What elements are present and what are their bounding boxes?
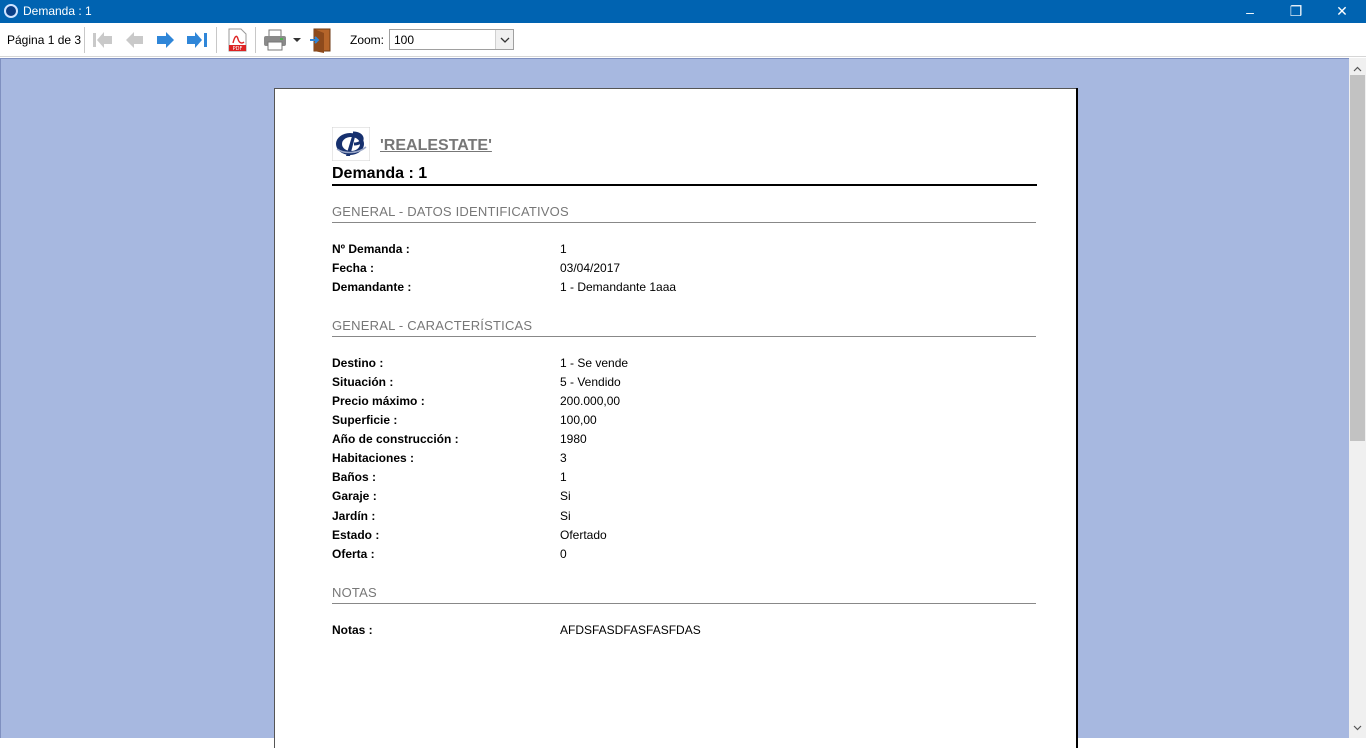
scroll-down-icon[interactable] xyxy=(1349,719,1366,736)
window-titlebar: Demanda : 1 – ❐ ✕ xyxy=(0,0,1366,23)
field-row: Jardín : Si xyxy=(332,509,571,523)
section-title-caracteristicas: GENERAL - CARACTERÍSTICAS xyxy=(332,318,533,333)
company-logo xyxy=(332,127,370,161)
vertical-scrollbar[interactable] xyxy=(1349,58,1366,738)
toolbar-separator xyxy=(84,27,85,53)
field-row: Demandante :1 - Demandante 1aaa xyxy=(332,280,677,294)
printer-icon[interactable] xyxy=(262,27,288,53)
field-row: Fecha :03/04/2017 xyxy=(332,261,621,275)
close-button[interactable]: ✕ xyxy=(1319,0,1365,23)
pdf-export-icon[interactable]: PDF xyxy=(224,27,250,53)
next-page-icon[interactable] xyxy=(153,27,179,53)
field-row: Precio máximo :200.000,00 xyxy=(332,394,621,408)
field-row: Estado : Ofertado xyxy=(332,528,607,542)
field-row: Nº Demanda :1 xyxy=(332,242,567,256)
field-row: Garaje : Si xyxy=(332,489,571,503)
scrollbar-thumb[interactable] xyxy=(1350,75,1365,441)
minimize-button[interactable]: – xyxy=(1227,0,1273,23)
zoom-label: Zoom: xyxy=(350,33,385,47)
section-divider xyxy=(332,603,1036,604)
section-title-datos: GENERAL - DATOS IDENTIFICATIVOS xyxy=(332,204,569,219)
report-title: Demanda : 1 xyxy=(332,165,428,182)
section-divider xyxy=(332,222,1036,223)
field-row: Oferta :0 xyxy=(332,547,567,561)
field-row: Habitaciones :3 xyxy=(332,451,567,465)
toolbar-separator xyxy=(216,27,217,53)
chevron-down-icon[interactable] xyxy=(495,30,513,49)
report-page: 'REALESTATE' Demanda : 1 GENERAL - DATOS… xyxy=(274,88,1076,748)
field-row: Notas : AFDSFASDFASFASFDAS xyxy=(332,623,701,637)
toolbar-separator xyxy=(255,27,256,53)
last-page-icon[interactable] xyxy=(184,27,210,53)
dropdown-arrow-icon[interactable] xyxy=(290,27,304,53)
field-row: Baños :1 xyxy=(332,470,567,484)
title-divider xyxy=(332,184,1037,186)
exit-door-icon[interactable] xyxy=(308,27,334,53)
field-row: Año de construcción :1980 xyxy=(332,432,587,446)
window-title: Demanda : 1 xyxy=(23,4,92,18)
field-row: Situación :5 - Vendido xyxy=(332,375,621,389)
section-divider xyxy=(332,336,1036,337)
maximize-button[interactable]: ❐ xyxy=(1273,0,1319,23)
app-icon xyxy=(4,4,18,18)
svg-text:PDF: PDF xyxy=(233,46,243,52)
field-row: Destino :1 - Se vende xyxy=(332,356,629,370)
previous-page-icon[interactable] xyxy=(121,27,147,53)
toolbar: Página 1 de 3 PDF Zoom: 100 xyxy=(0,23,1366,57)
first-page-icon[interactable] xyxy=(90,27,116,53)
brand-name[interactable]: 'REALESTATE' xyxy=(380,137,492,155)
section-title-notas: NOTAS xyxy=(332,585,377,600)
zoom-value: 100 xyxy=(394,33,415,47)
field-row: Superficie :100,00 xyxy=(332,413,597,427)
zoom-select[interactable]: 100 xyxy=(389,29,514,50)
page-indicator: Página 1 de 3 xyxy=(7,33,82,47)
